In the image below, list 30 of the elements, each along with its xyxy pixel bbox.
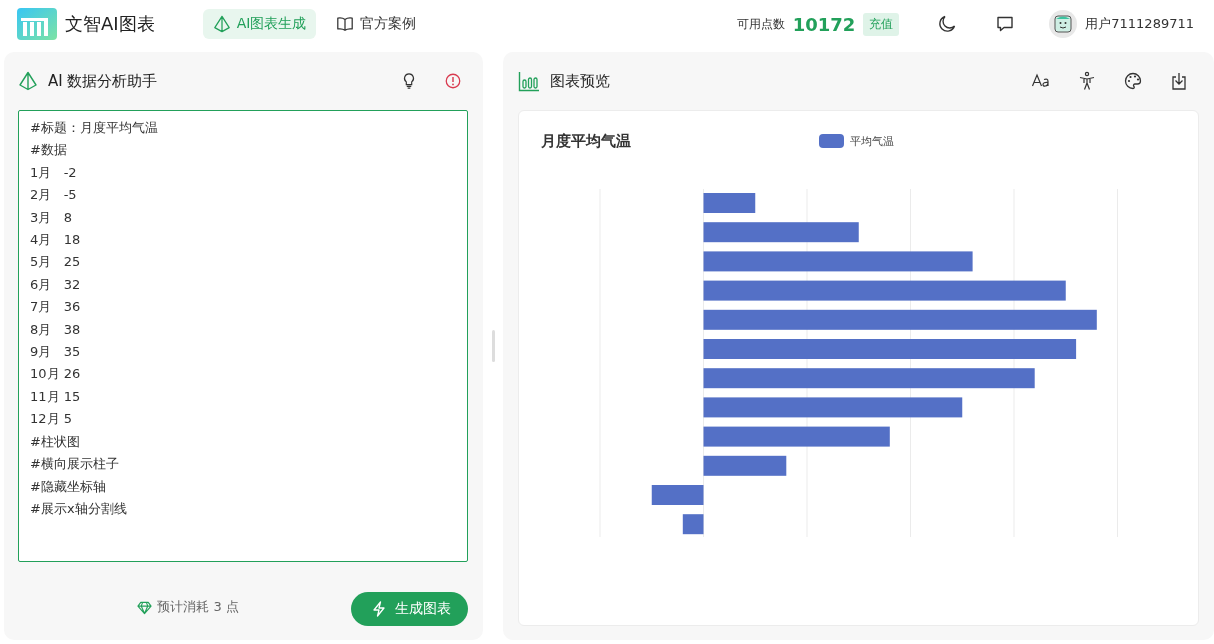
points-value: 10172 bbox=[792, 13, 856, 35]
chart-title: 月度平均气温 bbox=[541, 131, 632, 151]
cost-estimate: 预计消耗 3 点 bbox=[157, 598, 239, 616]
book-icon bbox=[336, 15, 355, 33]
warning-icon[interactable] bbox=[444, 72, 462, 90]
bar bbox=[651, 485, 704, 505]
lightning-icon bbox=[371, 601, 387, 617]
chat-icon[interactable] bbox=[995, 14, 1016, 34]
legend-swatch[interactable] bbox=[819, 134, 844, 148]
logo-icon bbox=[17, 8, 57, 40]
data-input-field[interactable]: #标题：月度平均气温 #数据 1月 -2 2月 -5 3月 8 4月 18 5月 25 6月 32 7月 36 8月 38 9月 35 10月 26 11月 15 12月 5 #柱状图 #横向展示柱子 #隐藏坐标轴 #展示x轴分割线 bbox=[18, 110, 468, 562]
accessibility-icon[interactable] bbox=[1077, 71, 1097, 91]
bar-chart-icon bbox=[518, 70, 540, 92]
pyramid-icon bbox=[212, 15, 231, 33]
moon-icon[interactable] bbox=[937, 14, 958, 34]
resize-handle[interactable] bbox=[491, 330, 495, 362]
download-icon[interactable] bbox=[1169, 71, 1189, 91]
points-label: 可用点数 bbox=[736, 15, 785, 33]
pyramid-icon bbox=[18, 71, 38, 91]
bar bbox=[703, 193, 756, 213]
bar bbox=[682, 514, 704, 535]
panel-title: AI 数据分析助手 bbox=[48, 71, 158, 91]
nav-tab[interactable]: 官方案例 bbox=[326, 9, 427, 39]
palette-icon[interactable] bbox=[1123, 71, 1143, 91]
avatar-icon[interactable] bbox=[1049, 10, 1078, 38]
panel-title: 图表预览 bbox=[550, 71, 610, 91]
diamond-icon bbox=[137, 599, 153, 615]
app-name: 文智AI图表 bbox=[65, 12, 155, 36]
user-name[interactable]: 用户7111289711 bbox=[1085, 15, 1194, 33]
legend-label[interactable]: 平均气温 bbox=[850, 133, 894, 149]
